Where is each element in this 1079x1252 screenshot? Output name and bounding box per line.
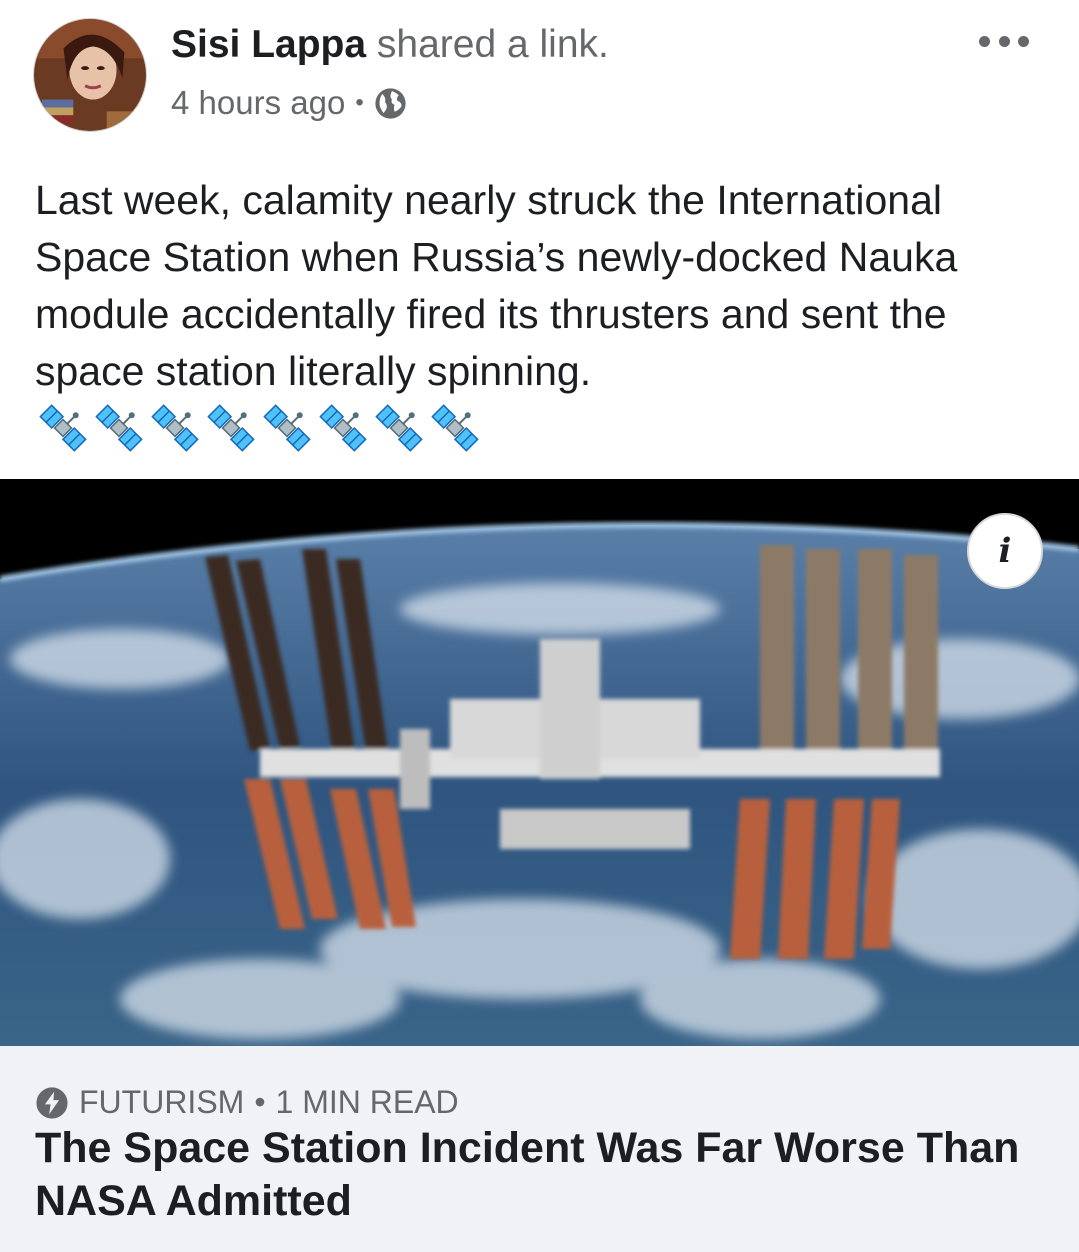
link-read-time: 1 MIN READ [275, 1084, 459, 1120]
link-preview-image[interactable]: i [0, 479, 1079, 1046]
emoji-row [35, 400, 483, 458]
link-title[interactable]: The Space Station Incident Was Far Worse… [35, 1122, 1045, 1228]
satellite-icon [151, 404, 199, 452]
satellite-icon [375, 404, 423, 452]
post-timestamp[interactable]: 4 hours ago [171, 82, 345, 124]
lightning-bolt-icon [36, 1086, 68, 1119]
satellite-icon [39, 404, 87, 452]
space-station-photo [0, 479, 1079, 1046]
link-source: FUTURISM [79, 1084, 245, 1120]
link-source-line: FUTURISM • 1 MIN READ [35, 1084, 459, 1121]
more-dot [979, 35, 990, 47]
post-meta: 4 hours ago • [171, 82, 407, 124]
author-avatar[interactable] [33, 18, 147, 132]
satellite-icon [431, 404, 479, 452]
more-options-icon[interactable] [979, 30, 1029, 52]
satellite-icon [319, 404, 367, 452]
satellite-icon [95, 404, 143, 452]
author-name[interactable]: Sisi Lappa [171, 23, 366, 66]
more-dot [1018, 35, 1029, 47]
satellite-icon [263, 404, 311, 452]
more-dot [998, 35, 1010, 47]
globe-icon [375, 87, 406, 119]
post-title-line: Sisi Lappa shared a link. [171, 22, 609, 68]
link-preview-footer[interactable]: FUTURISM • 1 MIN READ The Space Station … [0, 1046, 1079, 1252]
post-header: Sisi Lappa shared a link. 4 hours ago • [0, 0, 1079, 150]
satellite-icon [207, 404, 255, 452]
info-button[interactable]: i [967, 513, 1043, 589]
avatar-photo [34, 19, 146, 131]
post-body-text: Last week, calamity nearly struck the In… [35, 177, 958, 394]
source-separator: • [254, 1084, 266, 1120]
post-action-text: shared a link. [366, 23, 609, 66]
meta-separator: • [355, 89, 364, 116]
